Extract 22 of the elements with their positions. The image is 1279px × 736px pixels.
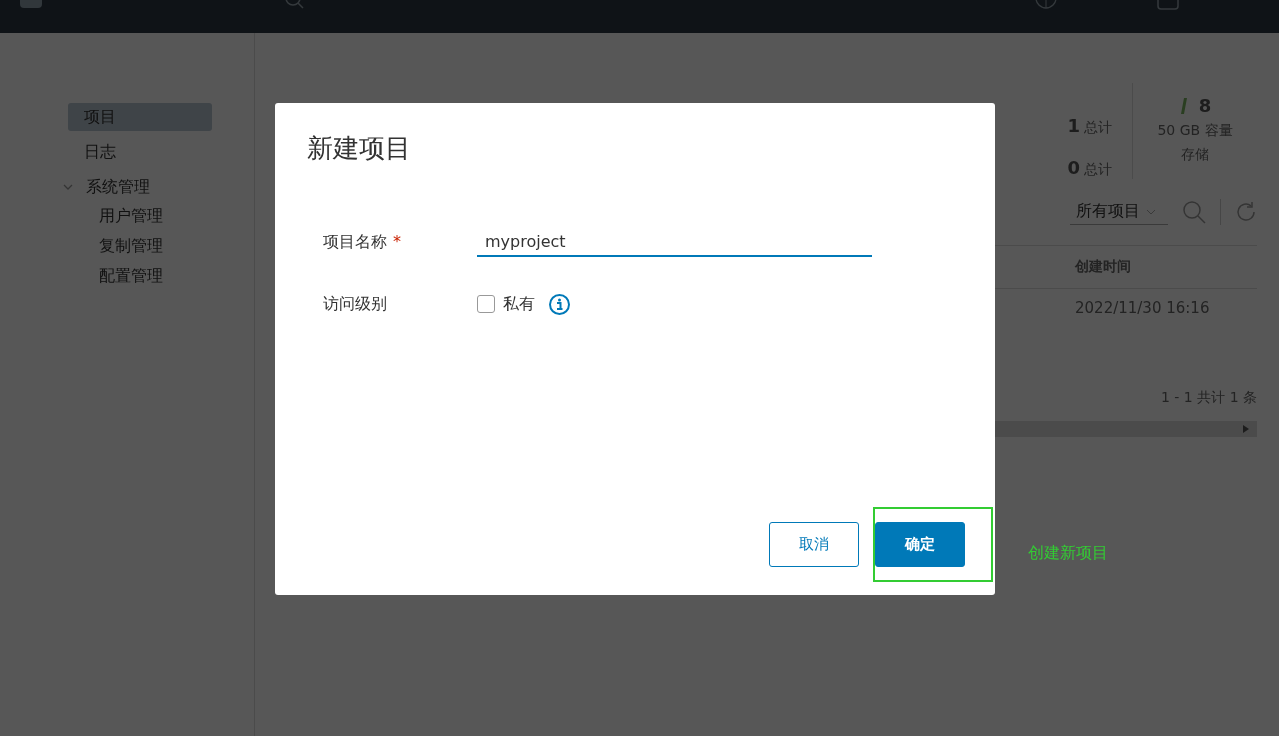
required-mark: * [393, 231, 401, 253]
sidebar-item[interactable]: 用户管理 [99, 201, 254, 231]
scroll-arrow-icon[interactable] [1243, 425, 1249, 433]
storage-count: 8 [1198, 95, 1212, 116]
confirm-button[interactable]: 确定 [875, 522, 965, 567]
checkbox-label: 私有 [503, 293, 535, 315]
info-icon[interactable] [549, 293, 570, 315]
private-checkbox[interactable] [477, 295, 495, 313]
logo-icon[interactable] [20, 0, 42, 8]
sidebar-item[interactable]: 日志 [68, 138, 212, 166]
storage-icon [1178, 97, 1187, 114]
dialog-title: 新建项目 [307, 132, 412, 165]
sidebar-item[interactable]: 复制管理 [99, 231, 254, 261]
filter-dropdown[interactable]: 所有项目 [1070, 199, 1168, 225]
cancel-button[interactable]: 取消 [769, 522, 859, 567]
field-label: 访问级别 [323, 293, 387, 315]
sidebar-group[interactable]: 系统管理 [82, 174, 154, 200]
refresh-icon[interactable] [1235, 201, 1257, 223]
sidebar-item[interactable]: 配置管理 [99, 261, 254, 291]
field-label: 项目名称 [323, 231, 387, 253]
annotation-text: 创建新项目 [1028, 543, 1108, 564]
search-icon[interactable] [1182, 200, 1206, 224]
